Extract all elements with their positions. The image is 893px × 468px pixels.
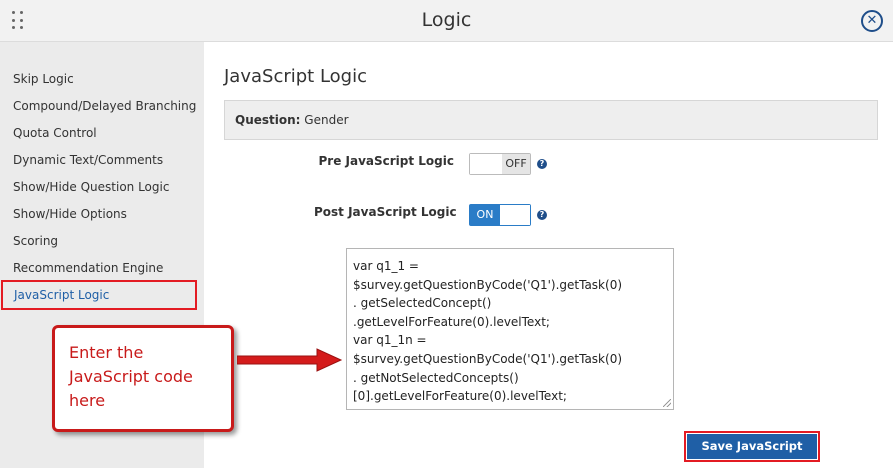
- code-line: var q1_1n =: [353, 333, 427, 348]
- help-icon[interactable]: ?: [537, 210, 547, 220]
- question-info: Question: Gender: [224, 100, 878, 140]
- code-line: [0].getLevelForFeature(0).levelText;: [353, 389, 567, 404]
- pre-javascript-logic-label: Pre JavaScript Logic: [318, 154, 454, 168]
- code-line: .getLevelForFeature(0).levelText;: [353, 314, 550, 329]
- toggle-knob: [470, 154, 500, 174]
- code-line: var q1_1 =: [353, 259, 419, 273]
- post-javascript-logic-label: Post JavaScript Logic: [314, 205, 457, 219]
- save-javascript-logic-button[interactable]: Save JavaScript Logic: [684, 431, 820, 468]
- question-label: Question:: [235, 113, 301, 127]
- code-line: $survey.getQuestionByCode('Q1').getTask(…: [353, 351, 623, 366]
- title-bar: Logic ✕: [0, 0, 893, 42]
- window-title: Logic: [421, 9, 472, 31]
- help-icon[interactable]: ?: [537, 159, 547, 169]
- sidebar-item-show-hide-question-logic[interactable]: Show/Hide Question Logic: [13, 180, 169, 194]
- close-icon[interactable]: ✕: [861, 10, 883, 32]
- resize-grip-icon[interactable]: [663, 399, 671, 407]
- sidebar-item-recommendation-engine[interactable]: Recommendation Engine: [13, 261, 163, 275]
- annotation-callout: Enter the JavaScript code here: [52, 325, 234, 432]
- sidebar-item-skip-logic[interactable]: Skip Logic: [13, 72, 74, 86]
- sidebar-item-compound-delayed-branching[interactable]: Compound/Delayed Branching: [13, 99, 196, 113]
- code-line: . getSelectedConcept(): [353, 296, 492, 311]
- post-javascript-logic-toggle[interactable]: ON: [469, 204, 531, 226]
- pre-javascript-logic-toggle[interactable]: OFF: [469, 153, 531, 175]
- annotation-arrow-icon: [237, 348, 343, 372]
- sidebar-item-scoring[interactable]: Scoring: [13, 234, 58, 248]
- code-line: $survey.getQuestionByCode('Q1').getTask(…: [353, 277, 623, 292]
- sidebar-item-quota-control[interactable]: Quota Control: [13, 126, 97, 140]
- toggle-knob: [500, 205, 530, 225]
- question-value: Gender: [304, 113, 349, 127]
- code-line: . getNotSelectedConcepts(): [353, 370, 519, 385]
- sidebar-item-javascript-logic[interactable]: JavaScript Logic: [1, 280, 197, 310]
- toggle-state: OFF: [502, 154, 530, 174]
- sidebar-item-dynamic-text-comments[interactable]: Dynamic Text/Comments: [13, 153, 163, 167]
- main-panel: JavaScript Logic Question: Gender Pre Ja…: [204, 42, 893, 468]
- sidebar-item-show-hide-options[interactable]: Show/Hide Options: [13, 207, 127, 221]
- page-title: JavaScript Logic: [224, 66, 367, 87]
- toggle-state: ON: [470, 205, 500, 225]
- javascript-code-editor[interactable]: var q1_1 = $survey.getQuestionByCode('Q1…: [346, 248, 674, 410]
